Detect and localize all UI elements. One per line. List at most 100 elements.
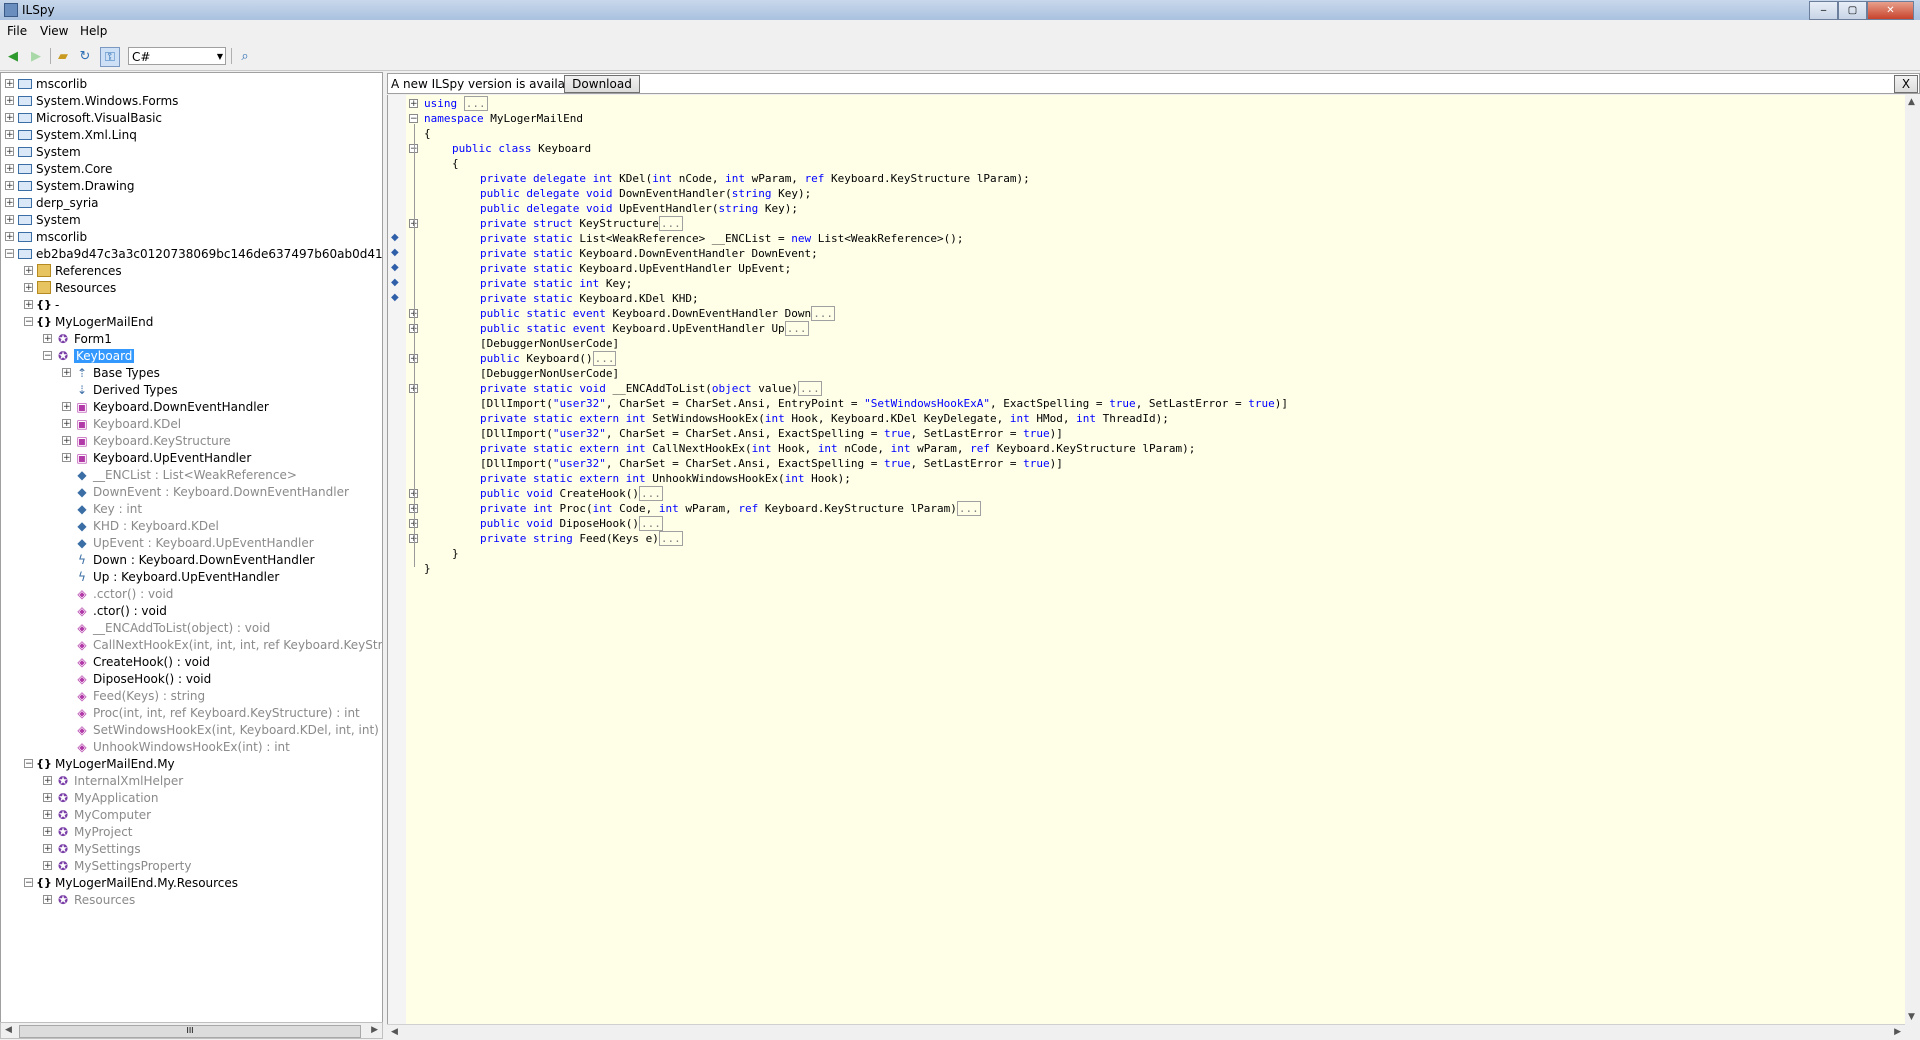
- back-icon[interactable]: ◀: [4, 47, 22, 65]
- expand-icon[interactable]: +: [43, 827, 52, 837]
- scroll-down-icon[interactable]: ▼: [1908, 1012, 1915, 1022]
- tree-item-class[interactable]: + ✪ MySettings: [43, 840, 141, 857]
- code-vertical-scrollbar[interactable]: ▲ ▼: [1905, 95, 1920, 1024]
- menu-view[interactable]: View: [40, 24, 68, 38]
- tree-item-class[interactable]: + ✪ MyComputer: [43, 806, 151, 823]
- expand-icon[interactable]: +: [5, 113, 14, 123]
- expand-icon[interactable]: +: [43, 844, 52, 854]
- search-icon[interactable]: ⌕: [236, 47, 254, 65]
- tree-item-member[interactable]: ◈ .cctor() : void: [62, 585, 173, 602]
- tree-item-assembly[interactable]: + System.Core: [5, 160, 112, 177]
- tree-item-member[interactable]: ◈ CreateHook() : void: [62, 653, 210, 670]
- tree-item-namespace[interactable]: −{} MyLogerMailEnd.My.Resources: [24, 874, 238, 891]
- tree-item-member[interactable]: ◆ UpEvent : Keyboard.UpEventHandler: [62, 534, 313, 551]
- dismiss-button[interactable]: X: [1894, 75, 1918, 93]
- tree-item-member[interactable]: ◈ DiposeHook() : void: [62, 670, 211, 687]
- tree-item-member[interactable]: ϟ Up : Keyboard.UpEventHandler: [62, 568, 279, 585]
- tree-item-member[interactable]: + ▣ Keyboard.DownEventHandler: [62, 398, 269, 415]
- scroll-thumb[interactable]: III: [19, 1025, 361, 1038]
- show-internal-api-icon[interactable]: ⚿: [100, 47, 120, 67]
- tree-item-member[interactable]: ◆ DownEvent : Keyboard.DownEventHandler: [62, 483, 349, 500]
- maximize-button[interactable]: ▢: [1838, 1, 1867, 20]
- menu-help[interactable]: Help: [80, 24, 107, 38]
- tree-item-class[interactable]: + ✪ Form1: [43, 330, 112, 347]
- expand-icon[interactable]: +: [43, 793, 52, 803]
- tree-item-assembly[interactable]: + System.Windows.Forms: [5, 92, 178, 109]
- tree-item-class[interactable]: + ✪ Resources: [43, 891, 135, 908]
- scroll-up-icon[interactable]: ▲: [1908, 97, 1915, 107]
- expand-icon[interactable]: +: [43, 861, 52, 871]
- tree-item-member[interactable]: + ⇡ Base Types: [62, 364, 160, 381]
- forward-icon[interactable]: ▶: [27, 47, 45, 65]
- tree-item-member[interactable]: ⇣ Derived Types: [62, 381, 178, 398]
- decompiled-code-view[interactable]: +using ...−namespace MyLogerMailEnd{−pub…: [387, 95, 1905, 1024]
- expand-icon[interactable]: +: [5, 164, 14, 174]
- tree-item-assembly[interactable]: + Microsoft.VisualBasic: [5, 109, 162, 126]
- code-horizontal-scrollbar[interactable]: ◀ ▶: [387, 1024, 1905, 1040]
- bookmark-icon[interactable]: ◆: [391, 247, 402, 258]
- scroll-right-icon[interactable]: ▶: [371, 1025, 378, 1035]
- bookmark-icon[interactable]: ◆: [391, 262, 402, 273]
- tree-item-member[interactable]: + ▣ Keyboard.UpEventHandler: [62, 449, 251, 466]
- tree-item-member[interactable]: ◆ KHD : Keyboard.KDel: [62, 517, 218, 534]
- tree-item-member[interactable]: ◈ UnhookWindowsHookEx(int) : int: [62, 738, 289, 755]
- collapse-icon[interactable]: −: [24, 759, 33, 769]
- expand-icon[interactable]: +: [5, 130, 14, 140]
- scroll-left-icon[interactable]: ◀: [391, 1027, 398, 1037]
- tree-item-assembly[interactable]: + System.Xml.Linq: [5, 126, 137, 143]
- tree-item-assembly[interactable]: − eb2ba9d47c3a3c0120738069bc146de637497b6…: [5, 245, 382, 262]
- minimize-button[interactable]: ‒: [1809, 1, 1838, 20]
- tree-item-member[interactable]: ◆ Key : int: [62, 500, 142, 517]
- tree-item-namespace[interactable]: +{} -: [24, 296, 59, 313]
- tree-item-member[interactable]: ϟ Down : Keyboard.DownEventHandler: [62, 551, 315, 568]
- tree-item-member[interactable]: ◈ .ctor() : void: [62, 602, 166, 619]
- expand-icon[interactable]: +: [24, 266, 33, 276]
- expand-icon[interactable]: +: [43, 810, 52, 820]
- close-button[interactable]: ✕: [1867, 1, 1914, 20]
- expand-icon[interactable]: +: [43, 776, 52, 786]
- assembly-tree[interactable]: + mscorlib + System.Windows.Forms + Microsoft…: [0, 72, 383, 1025]
- tree-item-member[interactable]: ◆ __ENCList : List<WeakReference>: [62, 466, 297, 483]
- tree-item-member[interactable]: + ▣ Keyboard.KeyStructure: [62, 432, 231, 449]
- download-button[interactable]: Download: [564, 75, 640, 93]
- expand-icon[interactable]: +: [62, 402, 71, 412]
- tree-item-member[interactable]: ◈ __ENCAddToList(object) : void: [62, 619, 270, 636]
- tree-item-assembly[interactable]: + mscorlib: [5, 228, 87, 245]
- tree-item-namespace[interactable]: −{} MyLogerMailEnd.My: [24, 755, 175, 772]
- tree-item-assembly[interactable]: + derp_syria: [5, 194, 99, 211]
- language-select[interactable]: C# ▼: [128, 47, 226, 65]
- bookmark-icon[interactable]: ◆: [391, 277, 402, 288]
- tree-item-class[interactable]: + ✪ MyApplication: [43, 789, 159, 806]
- expand-icon[interactable]: +: [24, 283, 33, 293]
- tree-horizontal-scrollbar[interactable]: ◀ III ▶: [0, 1022, 383, 1039]
- tree-item-assembly[interactable]: + System: [5, 143, 81, 160]
- expand-icon[interactable]: +: [5, 181, 14, 191]
- tree-item-resources[interactable]: + Resources: [24, 279, 116, 296]
- tree-item-assembly[interactable]: + mscorlib: [5, 75, 87, 92]
- menu-file[interactable]: File: [7, 24, 27, 38]
- tree-item-namespace[interactable]: −{} MyLogerMailEnd: [24, 313, 153, 330]
- expand-icon[interactable]: +: [5, 215, 14, 225]
- expand-icon[interactable]: +: [5, 79, 14, 89]
- expand-icon[interactable]: +: [5, 147, 14, 157]
- collapse-icon[interactable]: −: [24, 878, 33, 888]
- tree-item-class-selected[interactable]: − ✪ Keyboard: [43, 347, 135, 364]
- tree-item-references[interactable]: + References: [24, 262, 122, 279]
- collapse-icon[interactable]: −: [5, 249, 14, 259]
- expand-icon[interactable]: +: [24, 300, 33, 310]
- tree-item-class[interactable]: + ✪ MySettingsProperty: [43, 857, 191, 874]
- bookmark-icon[interactable]: ◆: [391, 232, 402, 243]
- expand-icon[interactable]: +: [62, 419, 71, 429]
- tree-item-assembly[interactable]: + System: [5, 211, 81, 228]
- open-icon[interactable]: ▰: [54, 47, 72, 65]
- expand-icon[interactable]: +: [43, 895, 52, 905]
- expand-icon[interactable]: +: [62, 368, 71, 378]
- tree-item-member[interactable]: ◈ CallNextHookEx(int, int, int, ref Keybo…: [62, 636, 382, 653]
- tree-item-member[interactable]: ◈ SetWindowsHookEx(int, Keyboard.KDel, in…: [62, 721, 382, 738]
- expand-icon[interactable]: +: [5, 198, 14, 208]
- expand-icon[interactable]: +: [5, 232, 14, 242]
- tree-item-member[interactable]: ◈ Proc(int, int, ref Keyboard.KeyStructur…: [62, 704, 359, 721]
- tree-item-assembly[interactable]: + System.Drawing: [5, 177, 134, 194]
- collapse-fold-icon[interactable]: −: [409, 114, 418, 124]
- expand-fold-icon[interactable]: +: [409, 99, 418, 109]
